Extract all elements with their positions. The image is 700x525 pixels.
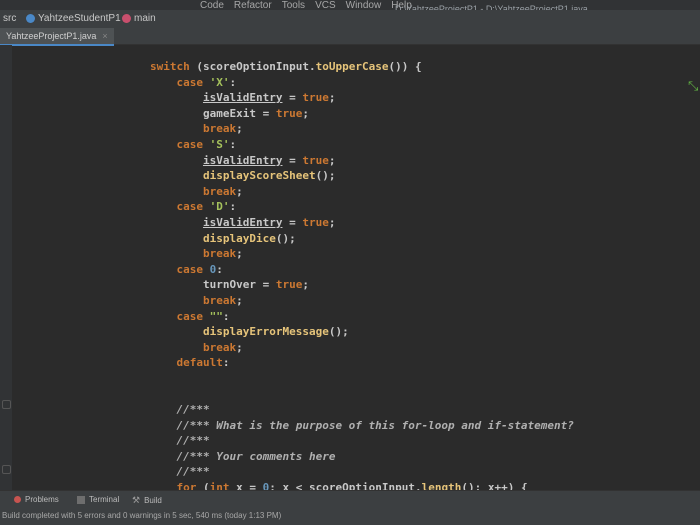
breadcrumb-method-label: main <box>134 13 156 24</box>
code-line[interactable]: //*** <box>150 402 574 418</box>
code-line[interactable]: //*** What is the purpose of this for-lo… <box>150 418 574 434</box>
code-line[interactable]: break; <box>150 184 574 200</box>
code-line[interactable]: isValidEntry = true; <box>150 153 574 169</box>
code-line[interactable]: displayScoreSheet(); <box>150 168 574 184</box>
problems-tool-button[interactable]: Problems <box>14 495 59 504</box>
breadcrumb-src[interactable]: src <box>3 13 16 24</box>
hammer-icon: ⚒ <box>132 495 141 505</box>
code-line[interactable]: case "": <box>150 309 574 325</box>
code-editor[interactable]: ⤡ switch (scoreOptionInput.toUpperCase()… <box>12 45 700 494</box>
error-icon <box>14 496 21 503</box>
code-line[interactable]: break; <box>150 121 574 137</box>
code-line[interactable]: break; <box>150 293 574 309</box>
code-line[interactable]: case 0: <box>150 262 574 278</box>
terminal-label: Terminal <box>89 495 120 504</box>
code-line[interactable]: case 'X': <box>150 75 574 91</box>
class-icon <box>26 14 35 23</box>
code-line[interactable]: displayErrorMessage(); <box>150 324 574 340</box>
code-line[interactable]: isValidEntry = true; <box>150 90 574 106</box>
code-line[interactable]: case 'D': <box>150 199 574 215</box>
code-line[interactable] <box>150 386 574 402</box>
terminal-tool-button[interactable]: Terminal <box>77 495 119 504</box>
status-bar: Build completed with 5 errors and 0 warn… <box>0 508 700 525</box>
terminal-icon <box>77 495 85 504</box>
breadcrumb-class[interactable]: YahtzeeStudentP1 <box>26 13 121 24</box>
code-line[interactable]: case 'S': <box>150 137 574 153</box>
build-label: Build <box>144 496 162 505</box>
code-line[interactable] <box>150 371 574 387</box>
editor-tab-bar: YahtzeeProjectP1.java × <box>0 28 700 46</box>
code-line[interactable]: displayDice(); <box>150 231 574 247</box>
code-line[interactable]: gameExit = true; <box>150 106 574 122</box>
fold-marker-icon[interactable] <box>2 400 11 409</box>
build-tool-button[interactable]: ⚒ Build <box>132 495 162 506</box>
collapse-arrow-icon[interactable]: ⤡ <box>688 79 698 94</box>
code-line[interactable]: default: <box>150 355 574 371</box>
editor-tab[interactable]: YahtzeeProjectP1.java × <box>0 28 114 46</box>
navigation-bar: src YahtzeeStudentP1 main <box>0 10 700 28</box>
tool-window-bar: Problems Terminal ⚒ Build <box>0 490 700 509</box>
code-line[interactable]: break; <box>150 340 574 356</box>
code-line[interactable]: //*** <box>150 464 574 480</box>
code-line[interactable]: turnOver = true; <box>150 277 574 293</box>
code-line[interactable]: //*** Your comments here <box>150 449 574 465</box>
code-block[interactable]: switch (scoreOptionInput.toUpperCase()) … <box>150 59 574 496</box>
method-icon <box>122 14 131 23</box>
code-line[interactable]: isValidEntry = true; <box>150 215 574 231</box>
close-icon[interactable]: × <box>102 31 107 41</box>
breadcrumb-method[interactable]: main <box>122 13 156 24</box>
fold-marker-icon[interactable] <box>2 465 11 474</box>
breadcrumb-class-label: YahtzeeStudentP1 <box>38 13 121 24</box>
code-line[interactable]: break; <box>150 246 574 262</box>
editor-tab-label: YahtzeeProjectP1.java <box>6 31 97 41</box>
code-line[interactable]: switch (scoreOptionInput.toUpperCase()) … <box>150 59 574 75</box>
status-message: Build completed with 5 errors and 0 warn… <box>2 511 282 520</box>
editor-gutter[interactable] <box>0 45 12 490</box>
problems-label: Problems <box>25 495 59 504</box>
breadcrumb-src-label: src <box>3 13 17 24</box>
code-line[interactable]: //*** <box>150 433 574 449</box>
